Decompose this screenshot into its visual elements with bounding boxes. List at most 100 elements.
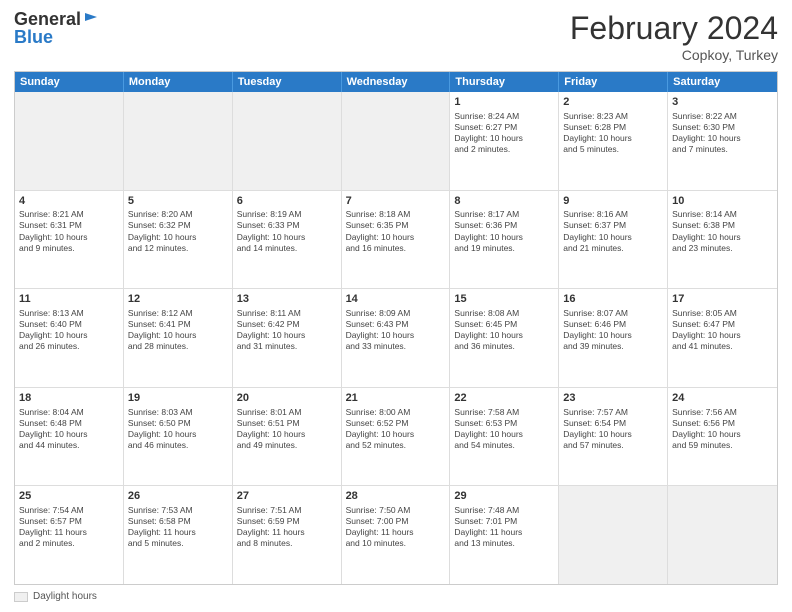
calendar-cell: 21Sunrise: 8:00 AM Sunset: 6:52 PM Dayli… (342, 388, 451, 486)
calendar-header-day: Thursday (450, 72, 559, 92)
logo-flag-icon (83, 11, 99, 27)
day-number: 8 (454, 194, 554, 209)
day-info: Sunrise: 7:57 AM Sunset: 6:54 PM Dayligh… (563, 407, 663, 451)
day-number: 3 (672, 95, 773, 110)
day-number: 22 (454, 391, 554, 406)
day-number: 24 (672, 391, 773, 406)
calendar-cell (342, 92, 451, 190)
day-number: 17 (672, 292, 773, 307)
day-number: 28 (346, 489, 446, 504)
calendar-row: 4Sunrise: 8:21 AM Sunset: 6:31 PM Daylig… (15, 191, 777, 290)
calendar-cell: 12Sunrise: 8:12 AM Sunset: 6:41 PM Dayli… (124, 289, 233, 387)
calendar-header-day: Monday (124, 72, 233, 92)
day-info: Sunrise: 7:50 AM Sunset: 7:00 PM Dayligh… (346, 505, 446, 549)
calendar-cell: 17Sunrise: 8:05 AM Sunset: 6:47 PM Dayli… (668, 289, 777, 387)
calendar-cell (233, 92, 342, 190)
page-title: February 2024 (570, 10, 778, 47)
calendar-cell: 9Sunrise: 8:16 AM Sunset: 6:37 PM Daylig… (559, 191, 668, 289)
legend-box (14, 592, 28, 602)
calendar-cell: 8Sunrise: 8:17 AM Sunset: 6:36 PM Daylig… (450, 191, 559, 289)
calendar-header-day: Sunday (15, 72, 124, 92)
day-info: Sunrise: 8:21 AM Sunset: 6:31 PM Dayligh… (19, 209, 119, 253)
day-info: Sunrise: 8:01 AM Sunset: 6:51 PM Dayligh… (237, 407, 337, 451)
calendar-cell: 15Sunrise: 8:08 AM Sunset: 6:45 PM Dayli… (450, 289, 559, 387)
day-info: Sunrise: 8:03 AM Sunset: 6:50 PM Dayligh… (128, 407, 228, 451)
day-info: Sunrise: 8:11 AM Sunset: 6:42 PM Dayligh… (237, 308, 337, 352)
calendar-cell: 18Sunrise: 8:04 AM Sunset: 6:48 PM Dayli… (15, 388, 124, 486)
calendar-cell: 11Sunrise: 8:13 AM Sunset: 6:40 PM Dayli… (15, 289, 124, 387)
calendar-cell (559, 486, 668, 584)
calendar-cell: 6Sunrise: 8:19 AM Sunset: 6:33 PM Daylig… (233, 191, 342, 289)
day-number: 25 (19, 489, 119, 504)
day-number: 23 (563, 391, 663, 406)
calendar: SundayMondayTuesdayWednesdayThursdayFrid… (14, 71, 778, 585)
calendar-row: 11Sunrise: 8:13 AM Sunset: 6:40 PM Dayli… (15, 289, 777, 388)
day-number: 26 (128, 489, 228, 504)
day-number: 29 (454, 489, 554, 504)
day-number: 19 (128, 391, 228, 406)
calendar-cell (15, 92, 124, 190)
calendar-header-day: Tuesday (233, 72, 342, 92)
calendar-cell: 27Sunrise: 7:51 AM Sunset: 6:59 PM Dayli… (233, 486, 342, 584)
calendar-cell: 2Sunrise: 8:23 AM Sunset: 6:28 PM Daylig… (559, 92, 668, 190)
day-info: Sunrise: 8:04 AM Sunset: 6:48 PM Dayligh… (19, 407, 119, 451)
calendar-cell: 22Sunrise: 7:58 AM Sunset: 6:53 PM Dayli… (450, 388, 559, 486)
calendar-cell: 16Sunrise: 8:07 AM Sunset: 6:46 PM Dayli… (559, 289, 668, 387)
day-info: Sunrise: 8:24 AM Sunset: 6:27 PM Dayligh… (454, 111, 554, 155)
day-number: 4 (19, 194, 119, 209)
day-info: Sunrise: 8:12 AM Sunset: 6:41 PM Dayligh… (128, 308, 228, 352)
day-number: 27 (237, 489, 337, 504)
day-number: 21 (346, 391, 446, 406)
calendar-cell: 19Sunrise: 8:03 AM Sunset: 6:50 PM Dayli… (124, 388, 233, 486)
calendar-header-day: Friday (559, 72, 668, 92)
day-info: Sunrise: 8:23 AM Sunset: 6:28 PM Dayligh… (563, 111, 663, 155)
page: General Blue February 2024 Copkoy, Turke… (0, 0, 792, 612)
calendar-cell: 25Sunrise: 7:54 AM Sunset: 6:57 PM Dayli… (15, 486, 124, 584)
day-info: Sunrise: 8:14 AM Sunset: 6:38 PM Dayligh… (672, 209, 773, 253)
day-info: Sunrise: 7:48 AM Sunset: 7:01 PM Dayligh… (454, 505, 554, 549)
day-info: Sunrise: 8:20 AM Sunset: 6:32 PM Dayligh… (128, 209, 228, 253)
calendar-row: 1Sunrise: 8:24 AM Sunset: 6:27 PM Daylig… (15, 92, 777, 191)
calendar-cell: 5Sunrise: 8:20 AM Sunset: 6:32 PM Daylig… (124, 191, 233, 289)
day-number: 14 (346, 292, 446, 307)
day-number: 20 (237, 391, 337, 406)
day-number: 12 (128, 292, 228, 307)
calendar-cell: 24Sunrise: 7:56 AM Sunset: 6:56 PM Dayli… (668, 388, 777, 486)
day-info: Sunrise: 7:56 AM Sunset: 6:56 PM Dayligh… (672, 407, 773, 451)
header: General Blue February 2024 Copkoy, Turke… (14, 10, 778, 63)
calendar-row: 25Sunrise: 7:54 AM Sunset: 6:57 PM Dayli… (15, 486, 777, 584)
day-info: Sunrise: 8:07 AM Sunset: 6:46 PM Dayligh… (563, 308, 663, 352)
calendar-cell: 23Sunrise: 7:57 AM Sunset: 6:54 PM Dayli… (559, 388, 668, 486)
calendar-body: 1Sunrise: 8:24 AM Sunset: 6:27 PM Daylig… (15, 92, 777, 584)
day-info: Sunrise: 7:51 AM Sunset: 6:59 PM Dayligh… (237, 505, 337, 549)
day-info: Sunrise: 8:00 AM Sunset: 6:52 PM Dayligh… (346, 407, 446, 451)
day-number: 7 (346, 194, 446, 209)
day-info: Sunrise: 8:13 AM Sunset: 6:40 PM Dayligh… (19, 308, 119, 352)
calendar-header-day: Saturday (668, 72, 777, 92)
day-number: 2 (563, 95, 663, 110)
calendar-cell: 7Sunrise: 8:18 AM Sunset: 6:35 PM Daylig… (342, 191, 451, 289)
day-info: Sunrise: 8:19 AM Sunset: 6:33 PM Dayligh… (237, 209, 337, 253)
calendar-cell: 10Sunrise: 8:14 AM Sunset: 6:38 PM Dayli… (668, 191, 777, 289)
day-number: 11 (19, 292, 119, 307)
calendar-cell: 13Sunrise: 8:11 AM Sunset: 6:42 PM Dayli… (233, 289, 342, 387)
day-number: 15 (454, 292, 554, 307)
day-info: Sunrise: 8:16 AM Sunset: 6:37 PM Dayligh… (563, 209, 663, 253)
day-info: Sunrise: 8:17 AM Sunset: 6:36 PM Dayligh… (454, 209, 554, 253)
calendar-cell (668, 486, 777, 584)
day-number: 9 (563, 194, 663, 209)
calendar-row: 18Sunrise: 8:04 AM Sunset: 6:48 PM Dayli… (15, 388, 777, 487)
calendar-cell: 14Sunrise: 8:09 AM Sunset: 6:43 PM Dayli… (342, 289, 451, 387)
legend-label: Daylight hours (33, 591, 97, 602)
logo-text-blue: Blue (14, 28, 99, 48)
calendar-cell: 28Sunrise: 7:50 AM Sunset: 7:00 PM Dayli… (342, 486, 451, 584)
day-info: Sunrise: 8:08 AM Sunset: 6:45 PM Dayligh… (454, 308, 554, 352)
legend: Daylight hours (14, 591, 778, 602)
day-number: 1 (454, 95, 554, 110)
calendar-header: SundayMondayTuesdayWednesdayThursdayFrid… (15, 72, 777, 92)
day-info: Sunrise: 8:09 AM Sunset: 6:43 PM Dayligh… (346, 308, 446, 352)
day-number: 6 (237, 194, 337, 209)
day-info: Sunrise: 8:22 AM Sunset: 6:30 PM Dayligh… (672, 111, 773, 155)
day-info: Sunrise: 8:05 AM Sunset: 6:47 PM Dayligh… (672, 308, 773, 352)
calendar-cell: 3Sunrise: 8:22 AM Sunset: 6:30 PM Daylig… (668, 92, 777, 190)
